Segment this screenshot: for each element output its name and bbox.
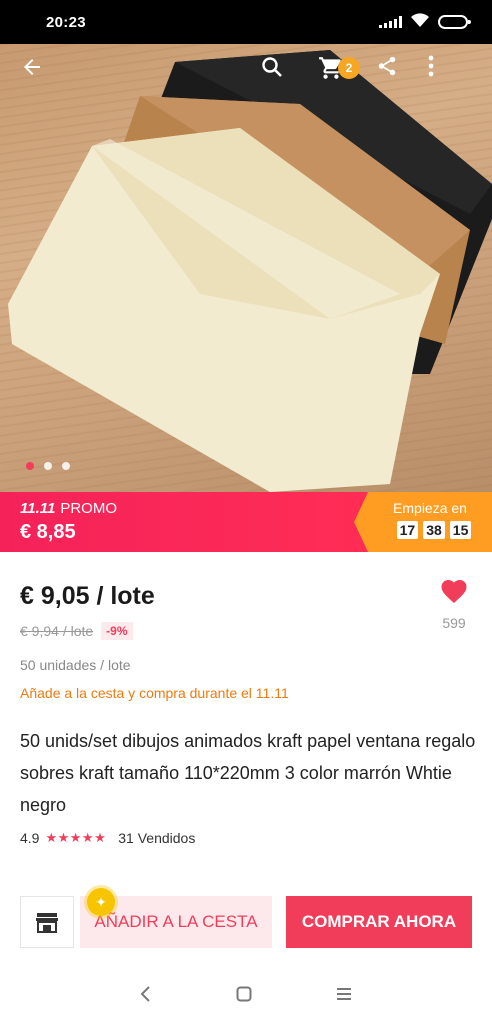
- countdown-section: Empieza en 17 38 15: [354, 492, 492, 552]
- signal-icon: [379, 16, 402, 28]
- battery-icon: [438, 15, 471, 29]
- rating-row[interactable]: 4.9 ★★★★★ 31 Vendidos: [20, 830, 195, 846]
- hero-toolbar: 2: [0, 44, 492, 110]
- back-button[interactable]: [20, 55, 64, 99]
- store-button[interactable]: [20, 896, 74, 948]
- wishlist-count: 599: [442, 615, 466, 631]
- rating-value: 4.9: [20, 830, 40, 846]
- carousel-indicator: [26, 462, 70, 470]
- carousel-dot[interactable]: [62, 462, 70, 470]
- carousel-dot[interactable]: [44, 462, 52, 470]
- countdown-timer: 17 38 15: [376, 521, 492, 539]
- home-square-icon: [236, 986, 252, 1001]
- promo-event: 11.11: [20, 500, 56, 517]
- product-price: € 9,05 / lote: [20, 582, 155, 610]
- envelopes-illustration: [8, 50, 492, 492]
- countdown-seconds: 15: [449, 521, 472, 539]
- more-icon: [428, 55, 434, 77]
- status-time: 20:23: [46, 13, 86, 31]
- promo-text: PROMO: [60, 500, 117, 517]
- add-to-cart-label: AÑADIR A LA CESTA: [94, 912, 258, 931]
- sold-count: 31 Vendidos: [118, 830, 196, 846]
- original-price-row: € 9,94 / lote -9%: [20, 622, 133, 640]
- menu-lines-icon: [337, 987, 351, 1000]
- share-icon: [378, 56, 396, 76]
- cart-count-badge: 2: [338, 57, 360, 79]
- original-price: € 9,94 / lote: [20, 623, 94, 639]
- add-to-cart-button[interactable]: ✦ AÑADIR A LA CESTA: [80, 888, 272, 948]
- status-bar: 20:23: [0, 0, 492, 44]
- touch-indicator-icon: ✦: [87, 888, 115, 916]
- system-navigation-bar: [0, 968, 492, 1024]
- share-button[interactable]: [376, 55, 420, 99]
- product-title: 50 unids/set dibujos animados kraft pape…: [20, 731, 476, 815]
- store-icon: [36, 913, 58, 933]
- search-icon: [262, 57, 282, 77]
- discount-badge: -9%: [101, 622, 133, 640]
- buy-now-label: COMPRAR AHORA: [301, 912, 457, 931]
- wishlist-button[interactable]: 599: [436, 576, 472, 631]
- promo-note: Añade a la cesta y compra durante el 11.…: [20, 685, 289, 701]
- countdown-hours: 17: [396, 521, 419, 539]
- more-options-button[interactable]: [428, 55, 472, 99]
- product-image[interactable]: 2: [0, 44, 492, 492]
- promo-price: € 8,85: [20, 521, 76, 543]
- star-rating-icon: ★★★★★: [45, 830, 107, 845]
- search-button[interactable]: [260, 55, 304, 99]
- promo-banner: 11.11 PROMO € 8,85 Empieza en 17 38 15: [0, 492, 492, 552]
- units-per-lot: 50 unidades / lote: [20, 657, 131, 673]
- wifi-icon: [410, 12, 430, 33]
- back-chevron-icon: [140, 985, 150, 1002]
- heart-icon: [441, 580, 467, 603]
- promo-price-section: 11.11 PROMO € 8,85: [0, 492, 368, 552]
- cart-button[interactable]: 2: [318, 55, 362, 99]
- promo-label: 11.11 PROMO: [20, 500, 368, 517]
- countdown-minutes: 38: [423, 521, 445, 539]
- back-arrow-icon: [24, 59, 40, 75]
- buy-now-button[interactable]: COMPRAR AHORA: [286, 896, 472, 948]
- system-recents-button[interactable]: [335, 986, 353, 1007]
- system-back-button[interactable]: [139, 985, 153, 1008]
- system-home-button[interactable]: [235, 985, 253, 1008]
- action-bar: ✦ AÑADIR A LA CESTA COMPRAR AHORA: [20, 888, 472, 948]
- countdown-label: Empieza en: [393, 500, 467, 516]
- status-icons: [379, 12, 471, 33]
- carousel-dot[interactable]: [26, 462, 34, 470]
